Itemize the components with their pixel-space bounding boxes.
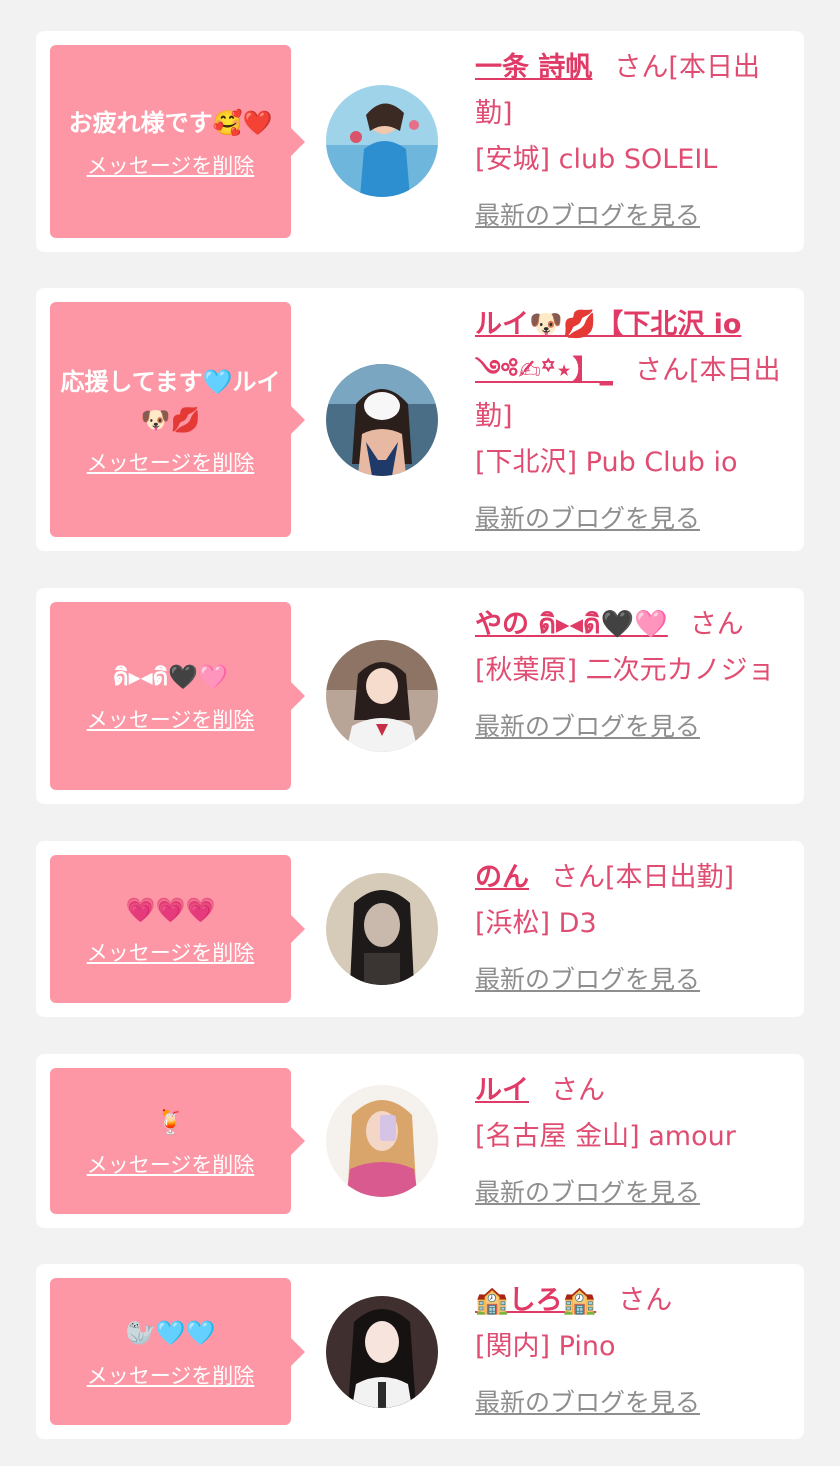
shop-name: [下北沢] Pub Club io [475, 447, 738, 478]
avatar-photo-icon [326, 873, 438, 985]
delete-message-link[interactable]: メッセージを削除 [87, 150, 255, 180]
cast-suffix: さん [618, 1285, 673, 1316]
avatar[interactable] [326, 640, 438, 752]
profile-info: のん さん[本日出勤] [浜松] D3 最新のブログを見る [475, 855, 787, 1003]
shop-name: [関内] Pino [475, 1331, 616, 1362]
latest-blog-link[interactable]: 最新のブログを見る [475, 193, 787, 239]
shop-name: [秋葉原] 二次元カノジョ [475, 655, 775, 686]
shop-name: [名古屋 金山] amour [475, 1121, 736, 1152]
message-bubble: 💗💗💗 メッセージを削除 [50, 855, 291, 1003]
message-text: ดิ▸◂ดิ🖤🩷 [112, 663, 229, 691]
message-bubble: 🦭🩵🩵 メッセージを削除 [50, 1278, 291, 1425]
message-list: お疲れ様です🥰❤️ メッセージを削除 一条 詩帆 さん[本日出勤] [安城] cl… [0, 0, 840, 1466]
cast-suffix: さん [551, 1075, 605, 1106]
profile-info: ルイ🐶💋【下北沢 io ༺✍︎꙳⋆】_ さん[本日出勤] [下北沢] Pub Cl… [475, 302, 787, 542]
cast-suffix: さん[本日出勤] [551, 862, 735, 893]
profile-info: ルイ さん [名古屋 金山] amour 最新のブログを見る [475, 1068, 787, 1216]
avatar[interactable] [326, 873, 438, 985]
avatar-photo-icon [326, 85, 438, 197]
cast-name-link[interactable]: 🏫しろ🏫 [475, 1285, 596, 1316]
list-item: 🦭🩵🩵 メッセージを削除 🏫しろ🏫 さん [関内] Pino 最新のブログを見る [36, 1264, 804, 1439]
message-text: お疲れ様です🥰❤️ [68, 108, 273, 137]
shop-name: [安城] club SOLEIL [475, 144, 718, 175]
latest-blog-link[interactable]: 最新のブログを見る [475, 1170, 787, 1216]
profile-info: 🏫しろ🏫 さん [関内] Pino 最新のブログを見る [475, 1278, 787, 1426]
latest-blog-link[interactable]: 最新のブログを見る [475, 704, 787, 750]
avatar-photo-icon [326, 1296, 438, 1408]
profile-info: やの ดิ▸◂ดิ🖤🩷 さん [秋葉原] 二次元カノジョ 最新のブログを見る [475, 602, 787, 750]
latest-blog-link[interactable]: 最新のブログを見る [475, 1380, 787, 1426]
message-bubble: お疲れ様です🥰❤️ メッセージを削除 [50, 45, 291, 238]
latest-blog-link[interactable]: 最新のブログを見る [475, 496, 787, 542]
message-bubble: 応援してます🩵ルイ🐶💋 メッセージを削除 [50, 302, 291, 537]
list-item: 🍹 メッセージを削除 ルイ さん [名古屋 金山] amour 最新のブログを見る [36, 1054, 804, 1228]
delete-message-link[interactable]: メッセージを削除 [87, 937, 255, 967]
message-text: 応援してます🩵ルイ🐶💋 [60, 367, 281, 434]
message-bubble: ดิ▸◂ดิ🖤🩷 メッセージを削除 [50, 602, 291, 790]
delete-message-link[interactable]: メッセージを削除 [87, 1149, 255, 1179]
message-bubble: 🍹 メッセージを削除 [50, 1068, 291, 1214]
list-item: お疲れ様です🥰❤️ メッセージを削除 一条 詩帆 さん[本日出勤] [安城] cl… [36, 31, 804, 252]
avatar[interactable] [326, 364, 438, 476]
cast-name-link[interactable]: ルイ [475, 1075, 529, 1106]
message-text: 💗💗💗 [125, 896, 216, 924]
delete-message-link[interactable]: メッセージを削除 [87, 1360, 255, 1390]
latest-blog-link[interactable]: 最新のブログを見る [475, 957, 787, 1003]
cast-name-link[interactable]: のん [475, 862, 529, 893]
delete-message-link[interactable]: メッセージを削除 [87, 704, 255, 734]
shop-name: [浜松] D3 [475, 908, 597, 939]
cast-name-link[interactable]: 一条 詩帆 [475, 52, 592, 83]
list-item: 💗💗💗 メッセージを削除 のん さん[本日出勤] [浜松] D3 最新のブログを見… [36, 841, 804, 1017]
avatar-photo-icon [326, 1085, 438, 1197]
cast-name-link[interactable]: やの ดิ▸◂ดิ🖤🩷 [475, 609, 668, 640]
avatar[interactable] [326, 1085, 438, 1197]
message-text: 🦭🩵🩵 [125, 1318, 216, 1347]
avatar[interactable] [326, 85, 438, 197]
avatar[interactable] [326, 1296, 438, 1408]
list-item: ดิ▸◂ดิ🖤🩷 メッセージを削除 やの ดิ▸◂ดิ🖤🩷 さん [秋葉原] 二次… [36, 588, 804, 804]
message-text: 🍹 [155, 1108, 186, 1136]
avatar-photo-icon [326, 364, 438, 476]
avatar-photo-icon [326, 640, 438, 752]
list-item: 応援してます🩵ルイ🐶💋 メッセージを削除 ルイ🐶💋【下北沢 io ༺✍︎꙳⋆】_… [36, 288, 804, 551]
cast-suffix: さん [689, 609, 744, 640]
profile-info: 一条 詩帆 さん[本日出勤] [安城] club SOLEIL 最新のブログを見る [475, 45, 787, 239]
delete-message-link[interactable]: メッセージを削除 [87, 447, 255, 477]
